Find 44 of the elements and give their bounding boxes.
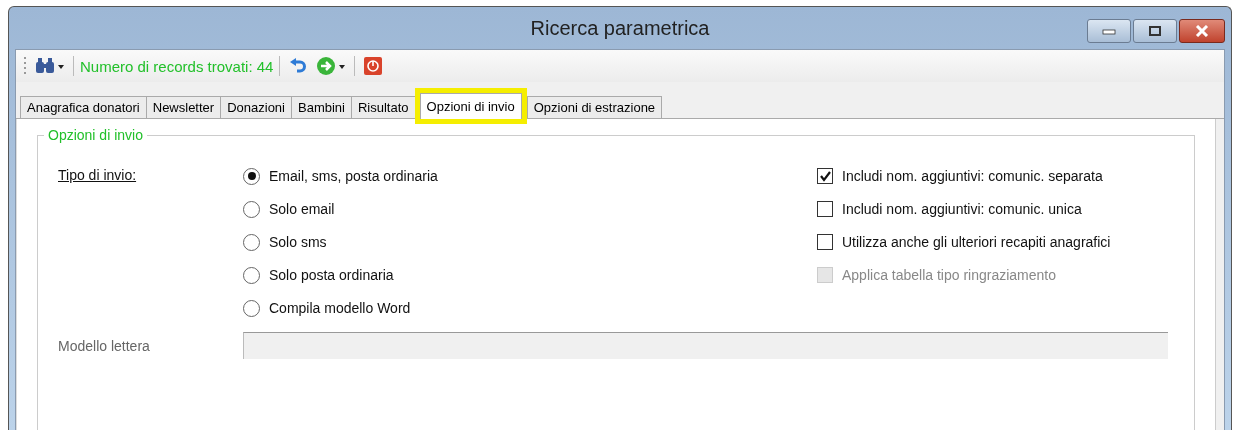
search-dropdown-button[interactable] <box>33 57 67 75</box>
checkbox-label: Includi nom. aggiuntivi: comunic. separata <box>842 168 1103 184</box>
checkbox-label: Applica tabella tipo ringraziamento <box>842 267 1056 283</box>
radio-button[interactable] <box>243 167 260 185</box>
checkbox-option[interactable]: Includi nom. aggiuntivi: comunic. unica <box>817 199 1111 219</box>
tab[interactable]: Risultato <box>350 96 416 118</box>
radio-option[interactable]: Compila modello Word <box>243 298 817 318</box>
radio-label: Solo sms <box>269 234 327 250</box>
radio-button[interactable] <box>243 200 260 218</box>
radio-label: Solo email <box>269 201 335 217</box>
tab[interactable]: Anagrafica donatori <box>20 96 147 118</box>
radio-option[interactable]: Solo posta ordinaria <box>243 265 817 285</box>
close-button[interactable] <box>1179 19 1225 43</box>
radio-option[interactable]: Email, sms, posta ordinaria <box>243 166 817 186</box>
tab[interactable]: Bambini <box>291 96 352 118</box>
tab[interactable]: Opzioni di estrazione <box>526 96 663 118</box>
radio-button[interactable] <box>243 299 260 317</box>
checkbox-label: Includi nom. aggiuntivi: comunic. unica <box>842 201 1082 217</box>
radio-button[interactable] <box>243 233 260 251</box>
checkbox[interactable] <box>817 201 833 217</box>
radio-label: Compila modello Word <box>269 300 411 316</box>
tab[interactable]: Newsletter <box>145 96 222 118</box>
radio-button[interactable] <box>243 266 260 284</box>
checkbox-option[interactable]: Includi nom. aggiuntivi: comunic. separata <box>817 166 1111 186</box>
tab[interactable]: Donazioni <box>220 96 292 118</box>
maximize-button[interactable] <box>1133 19 1177 43</box>
radio-label: Solo posta ordinaria <box>269 267 394 283</box>
checkbox[interactable] <box>817 168 833 184</box>
template-label: Modello lettera <box>58 337 151 354</box>
records-count: Numero di records trovati: 44 <box>80 57 274 75</box>
minimize-icon <box>1102 27 1116 35</box>
close-icon <box>1195 25 1209 37</box>
checkbox-option[interactable]: Utilizza anche gli ulteriori recapiti anagrafici <box>817 232 1111 252</box>
radio-option[interactable]: Solo email <box>243 199 817 219</box>
template-field[interactable] <box>243 332 1168 359</box>
window-title: Ricerca parametrica <box>530 16 710 40</box>
radio-label: Email, sms, posta ordinaria <box>269 168 438 184</box>
grip-icon <box>24 56 27 76</box>
checkbox[interactable] <box>817 234 833 250</box>
send-type-label: Tipo di invio: <box>58 166 138 185</box>
maximize-icon <box>1148 26 1162 36</box>
radio-option[interactable]: Solo sms <box>243 232 817 252</box>
checkbox-label: Utilizza anche gli ulteriori recapiti anagrafici <box>842 234 1111 250</box>
group-title: Opzioni di invio <box>44 127 147 143</box>
